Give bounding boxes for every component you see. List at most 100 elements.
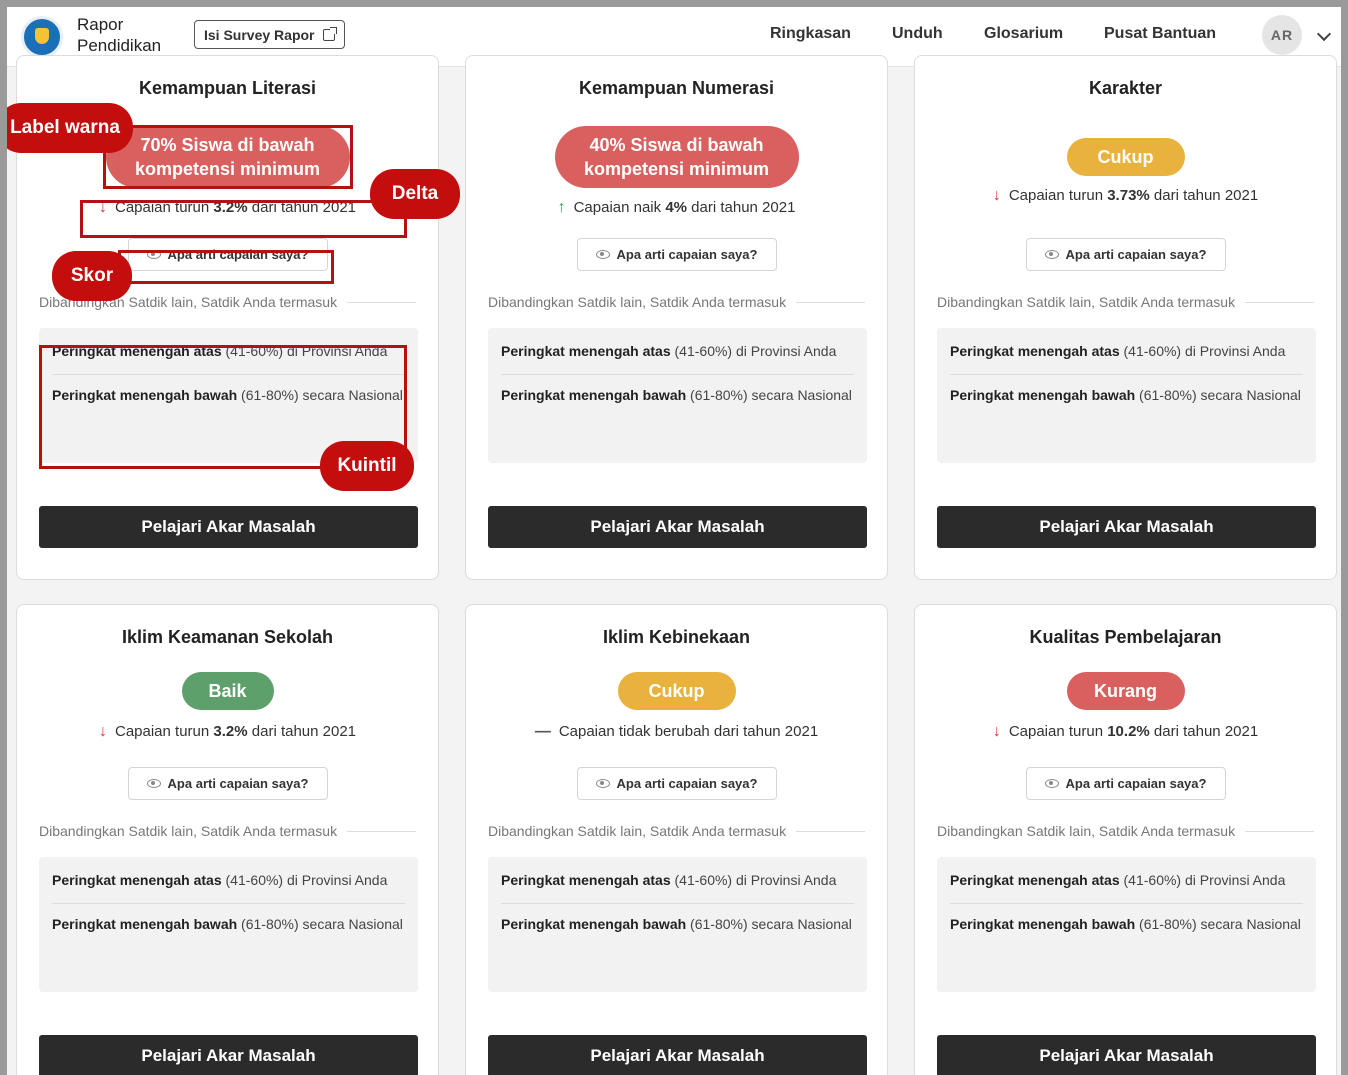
brand-title[interactable]: Rapor Pendidikan <box>77 14 161 56</box>
compare-text: Dibandingkan Satdik lain, Satdik Anda te… <box>937 294 1236 310</box>
quintile-national-rest: (61-80%) secara Nasional <box>1135 387 1301 403</box>
nav-pusat-bantuan[interactable]: Pusat Bantuan <box>1104 25 1216 43</box>
quintile-box: Peringkat menengah atas (41-60%) di Prov… <box>937 857 1316 992</box>
external-link-icon <box>322 26 337 41</box>
what-score-means-button[interactable]: Apa arti capaian saya? <box>576 767 777 800</box>
learn-root-cause-button[interactable]: Pelajari Akar Masalah <box>488 506 867 548</box>
what-score-means-button[interactable]: Apa arti capaian saya? <box>1025 238 1226 271</box>
compare-text: Dibandingkan Satdik lain, Satdik Anda te… <box>488 294 787 310</box>
what-score-means-button[interactable]: Apa arti capaian saya? <box>1025 767 1226 800</box>
what-score-means-label: Apa arti capaian saya? <box>167 776 309 791</box>
quintile-national-strong: Peringkat menengah bawah <box>501 916 687 932</box>
arrow-down-icon: ↓ <box>992 723 1001 740</box>
card-title: Kemampuan Literasi <box>138 78 317 98</box>
result-card: Kemampuan Numerasi 40% Siswa di bawah ko… <box>465 55 888 580</box>
compare-text: Dibandingkan Satdik lain, Satdik Anda te… <box>488 823 787 839</box>
quintile-province: Peringkat menengah atas (41-60%) di Prov… <box>501 870 854 891</box>
color-label-badge: Kurang <box>1066 672 1185 710</box>
quintile-national-strong: Peringkat menengah bawah <box>501 387 687 403</box>
quintile-box: Peringkat menengah atas (41-60%) di Prov… <box>39 857 418 992</box>
delta-prefix: Capaian naik <box>573 199 666 216</box>
quintile-national-strong: Peringkat menengah bawah <box>52 916 238 932</box>
quintile-national-rest: (61-80%) secara Nasional <box>237 916 403 932</box>
learn-root-cause-button[interactable]: Pelajari Akar Masalah <box>488 1035 867 1075</box>
delta-text: ↓ Capaian turun 3.73% dari tahun 2021 <box>915 187 1336 205</box>
delta-suffix: dari tahun 2021 <box>1149 187 1259 204</box>
what-score-means-label: Apa arti capaian saya? <box>616 776 758 791</box>
delta-text: ↓ Capaian turun 3.2% dari tahun 2021 <box>17 723 438 741</box>
quintile-province-strong: Peringkat menengah atas <box>52 872 222 888</box>
color-label-badge: Cukup <box>617 672 736 710</box>
quintile-national: Peringkat menengah bawah (61-80%) secara… <box>501 914 854 935</box>
brand-line-2: Pendidikan <box>77 36 162 55</box>
arrow-down-icon: ↓ <box>992 187 1001 204</box>
quintile-box: Peringkat menengah atas (41-60%) di Prov… <box>488 857 867 992</box>
color-label-badge: Baik <box>181 672 274 710</box>
brand-line-1: Rapor <box>77 15 124 34</box>
delta-text: — Capaian tidak berubah dari tahun 2021 <box>466 723 887 741</box>
result-card: Iklim Kebinekaan Cukup — Capaian tidak be… <box>465 604 888 1075</box>
delta-prefix: Capaian turun <box>114 723 214 740</box>
what-score-means-button[interactable]: Apa arti capaian saya? <box>127 767 328 800</box>
quintile-province: Peringkat menengah atas (41-60%) di Prov… <box>950 341 1303 362</box>
divider <box>950 903 1303 904</box>
annotation-kuintil: Kuintil <box>320 441 414 491</box>
quintile-box: Peringkat menengah atas (41-60%) di Prov… <box>937 328 1316 463</box>
quintile-province-strong: Peringkat menengah atas <box>950 343 1120 359</box>
eye-icon <box>146 779 161 788</box>
quintile-box: Peringkat menengah atas (41-60%) di Prov… <box>488 328 867 463</box>
nav-unduh[interactable]: Unduh <box>892 25 943 43</box>
what-score-means-label: Apa arti capaian saya? <box>1065 776 1207 791</box>
quintile-province-rest: (41-60%) di Provinsi Anda <box>670 872 837 888</box>
quintile-province: Peringkat menengah atas (41-60%) di Prov… <box>950 870 1303 891</box>
quintile-national-strong: Peringkat menengah bawah <box>950 387 1136 403</box>
nav-ringkasan[interactable]: Ringkasan <box>770 25 851 43</box>
divider <box>950 374 1303 375</box>
card-title: Iklim Kebinekaan <box>602 627 751 647</box>
compare-text: Dibandingkan Satdik lain, Satdik Anda te… <box>937 823 1236 839</box>
nav-glosarium[interactable]: Glosarium <box>984 25 1063 43</box>
delta-suffix: dari tahun 2021 <box>1149 723 1259 740</box>
what-score-means-label: Apa arti capaian saya? <box>616 247 758 262</box>
learn-root-cause-button[interactable]: Pelajari Akar Masalah <box>937 1035 1316 1075</box>
quintile-national: Peringkat menengah bawah (61-80%) secara… <box>52 914 405 935</box>
survey-button[interactable]: Isi Survey Rapor <box>194 20 345 49</box>
card-title: Karakter <box>1088 78 1163 98</box>
result-card: Karakter Cukup ↓ Capaian turun 3.73% dari… <box>914 55 1337 580</box>
delta-prefix: Capaian tidak berubah dari tahun 2021 <box>558 723 819 740</box>
compare-label: Dibandingkan Satdik lain, Satdik Anda te… <box>488 294 865 310</box>
annotation-skor: Skor <box>52 251 132 301</box>
arrow-up-icon: ↑ <box>557 199 566 216</box>
what-score-means-button[interactable]: Apa arti capaian saya? <box>576 238 777 271</box>
delta-suffix: dari tahun 2021 <box>247 723 357 740</box>
quintile-province-rest: (41-60%) di Provinsi Anda <box>670 343 837 359</box>
compare-text: Dibandingkan Satdik lain, Satdik Anda te… <box>39 823 338 839</box>
survey-button-label: Isi Survey Rapor <box>204 26 315 43</box>
chevron-down-icon[interactable] <box>1316 26 1332 42</box>
quintile-national: Peringkat menengah bawah (61-80%) secara… <box>950 914 1303 935</box>
color-label-badge: 40% Siswa di bawah kompetensi minimum <box>554 126 799 188</box>
learn-root-cause-button[interactable]: Pelajari Akar Masalah <box>937 506 1316 548</box>
tut-wuri-logo-icon[interactable] <box>21 16 63 58</box>
avatar[interactable]: AR <box>1262 15 1302 55</box>
learn-root-cause-button[interactable]: Pelajari Akar Masalah <box>39 1035 418 1075</box>
delta-value: 3.73% <box>1107 187 1150 204</box>
eye-icon <box>1044 250 1059 259</box>
delta-text: ↑ Capaian naik 4% dari tahun 2021 <box>466 199 887 217</box>
quintile-province-rest: (41-60%) di Provinsi Anda <box>221 872 388 888</box>
delta-value: 4% <box>665 199 687 216</box>
card-title: Kemampuan Numerasi <box>578 78 775 98</box>
compare-label: Dibandingkan Satdik lain, Satdik Anda te… <box>39 823 416 839</box>
eye-icon <box>1044 779 1059 788</box>
quintile-national-rest: (61-80%) secara Nasional <box>686 387 852 403</box>
delta-prefix: Capaian turun <box>1008 723 1108 740</box>
what-score-means-label: Apa arti capaian saya? <box>1065 247 1207 262</box>
quintile-province: Peringkat menengah atas (41-60%) di Prov… <box>52 870 405 891</box>
learn-root-cause-button[interactable]: Pelajari Akar Masalah <box>39 506 418 548</box>
divider <box>52 903 405 904</box>
quintile-province: Peringkat menengah atas (41-60%) di Prov… <box>501 341 854 362</box>
annotation-label-warna: Label warna <box>7 103 133 153</box>
color-label-badge: Cukup <box>1066 138 1185 176</box>
app-frame: Rapor Pendidikan Isi Survey Rapor Ringka… <box>0 0 1348 1075</box>
delta-suffix: dari tahun 2021 <box>687 199 796 216</box>
